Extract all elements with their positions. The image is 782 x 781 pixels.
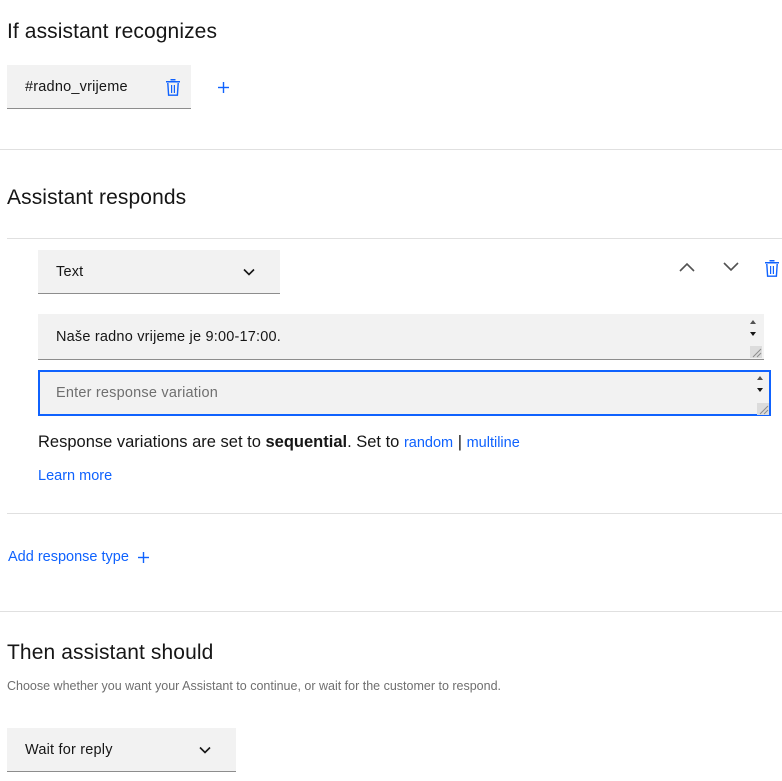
response-type-dropdown[interactable]: Text [38, 250, 280, 294]
resize-grip-icon[interactable] [750, 345, 762, 358]
add-response-type-label: Add response type [8, 549, 129, 565]
trash-icon[interactable] [164, 77, 182, 97]
section-divider [0, 611, 782, 612]
condition-field[interactable]: #radno_vrijeme [7, 65, 191, 109]
responds-bottom-divider [7, 513, 782, 514]
variation-mode-current: sequential [265, 433, 348, 451]
chevron-down-icon [242, 265, 256, 279]
set-multiline-link[interactable]: multiline [467, 435, 520, 451]
plus-icon [137, 551, 149, 563]
section-divider [0, 149, 782, 150]
delete-response-trash-icon[interactable] [763, 258, 781, 278]
variation-mode-prefix: Response variations are set to [38, 433, 266, 451]
move-up-chevron-up-icon[interactable] [678, 258, 696, 276]
responds-title: Assistant responds [7, 186, 187, 209]
response-variation-text: Naše radno vrijeme je 9:00-17:00. [56, 329, 282, 345]
then-title: Then assistant should [7, 641, 214, 664]
response-type-value: Text [56, 264, 84, 280]
scroll-arrows-icon[interactable] [755, 374, 765, 399]
chevron-down-icon [198, 743, 212, 757]
variation-mode-mid: . Set to [347, 433, 404, 451]
response-variation-textarea[interactable]: Naše radno vrijeme je 9:00-17:00. [38, 314, 764, 360]
then-description: Choose whether you want your Assistant t… [7, 679, 502, 693]
condition-value: #radno_vrijeme [25, 79, 128, 95]
recognizes-title: If assistant recognizes [7, 20, 218, 43]
add-condition-plus-icon[interactable] [216, 80, 230, 94]
scroll-arrows-icon[interactable] [748, 318, 758, 343]
variation-mode-info: Response variations are set to sequentia… [38, 433, 520, 452]
learn-more-link[interactable]: Learn more [38, 468, 112, 484]
resize-grip-icon[interactable] [757, 402, 769, 415]
separator: | [453, 433, 467, 451]
then-action-dropdown[interactable]: Wait for reply [7, 728, 236, 772]
response-variation-placeholder: Enter response variation [56, 385, 218, 401]
add-response-type-button[interactable]: Add response type [8, 549, 149, 565]
new-response-variation-textarea[interactable]: Enter response variation [38, 370, 771, 416]
responds-top-divider [7, 238, 782, 239]
move-down-chevron-down-icon[interactable] [722, 258, 740, 276]
set-random-link[interactable]: random [404, 435, 453, 451]
then-action-value: Wait for reply [25, 742, 113, 758]
